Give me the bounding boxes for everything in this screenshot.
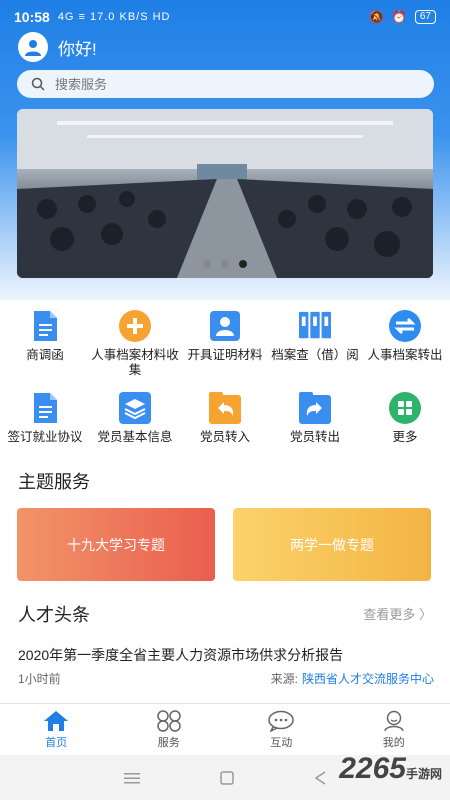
service-archive-collection[interactable]: 人事档案材料收集 bbox=[90, 310, 180, 392]
service-party-transfer-in[interactable]: 党员转入 bbox=[180, 392, 270, 474]
return-arrow-icon bbox=[209, 392, 241, 424]
theme-card-label: 两学一做专题 bbox=[290, 536, 374, 553]
status-bar: 10:58 4G ≡ 17.0 KB/S HD 🔕 ⏰ 67 bbox=[0, 0, 450, 34]
watermark-site: 手游网 bbox=[405, 767, 442, 781]
service-label: 党员转入 bbox=[199, 430, 250, 444]
service-business-letter[interactable]: 商调函 bbox=[0, 310, 90, 392]
home-square-icon[interactable] bbox=[220, 770, 234, 785]
menu-icon[interactable] bbox=[124, 772, 140, 784]
news-source: 来源: 陕西省人才交流服务中心 bbox=[271, 670, 434, 687]
search-bar[interactable] bbox=[17, 70, 434, 98]
news-source-org[interactable]: 陕西省人才交流服务中心 bbox=[302, 672, 434, 686]
document-icon bbox=[34, 311, 57, 341]
bottom-tab-bar: 首页 服务 互动 我的 bbox=[0, 703, 450, 755]
transfer-circle-icon bbox=[389, 310, 421, 342]
tab-home[interactable]: 首页 bbox=[0, 704, 113, 755]
service-label: 商调函 bbox=[26, 348, 64, 362]
service-label: 档案查（借）阅 bbox=[271, 348, 359, 362]
tab-label: 互动 bbox=[270, 736, 293, 749]
grid-more-icon bbox=[389, 392, 421, 424]
watermark-brand: 2265 bbox=[339, 752, 406, 785]
carousel-indicators bbox=[17, 260, 433, 268]
service-employment-agreement[interactable]: 签订就业协议 bbox=[0, 392, 90, 474]
greeting-bar: 你好! bbox=[18, 32, 97, 62]
service-more[interactable]: 更多 bbox=[360, 392, 450, 474]
news-headline[interactable]: 2020年第一季度全省主要人力资源市场供求分析报告 bbox=[18, 645, 434, 665]
service-label: 人事档案材料收集 bbox=[91, 348, 179, 377]
service-certificate[interactable]: 开具证明材料 bbox=[180, 310, 270, 392]
news-section-title: 人才头条 bbox=[18, 605, 90, 625]
service-party-transfer-out[interactable]: 党员转出 bbox=[270, 392, 360, 474]
service-label: 开具证明材料 bbox=[187, 348, 263, 362]
carousel-dot[interactable] bbox=[221, 260, 229, 268]
share-arrow-icon bbox=[299, 392, 331, 424]
services-icon bbox=[157, 709, 181, 732]
agreement-doc-icon bbox=[34, 393, 57, 423]
plus-circle-icon bbox=[119, 310, 151, 342]
user-avatar-icon bbox=[25, 40, 41, 56]
search-icon bbox=[31, 77, 45, 91]
news-source-label: 来源: bbox=[270, 672, 298, 686]
theme-card-label: 十九大学习专题 bbox=[67, 536, 165, 553]
battery-indicator: 67 bbox=[414, 10, 436, 24]
carousel-dot-active[interactable] bbox=[239, 260, 247, 268]
chat-icon bbox=[268, 710, 294, 732]
tab-label: 首页 bbox=[45, 736, 68, 749]
tab-label: 我的 bbox=[382, 736, 405, 749]
tab-services[interactable]: 服务 bbox=[113, 704, 226, 755]
view-more-link[interactable]: 查看更多 〉 bbox=[363, 604, 432, 623]
tab-label: 服务 bbox=[157, 736, 180, 749]
mute-icon: 🔕 bbox=[368, 10, 384, 24]
carousel-dot[interactable] bbox=[203, 260, 211, 268]
watermark-logo: 2265手游网 bbox=[339, 752, 442, 786]
banner-carousel[interactable] bbox=[17, 109, 433, 278]
avatar[interactable] bbox=[18, 32, 48, 62]
service-label: 签订就业协议 bbox=[7, 430, 83, 444]
status-time: 10:58 bbox=[14, 9, 50, 25]
back-icon[interactable] bbox=[314, 770, 326, 785]
greeting-text: 你好! bbox=[58, 39, 97, 59]
service-label: 党员基本信息 bbox=[97, 430, 173, 444]
service-grid: 商调函 人事档案材料收集 开具证明材料 档案查（借）阅 人事档案转出 签订就业协… bbox=[0, 310, 450, 474]
binders-icon bbox=[299, 311, 331, 339]
theme-card-19th-congress[interactable]: 十九大学习专题 bbox=[17, 508, 215, 581]
service-label: 人事档案转出 bbox=[367, 348, 443, 362]
service-party-member-info[interactable]: 党员基本信息 bbox=[90, 392, 180, 474]
tab-mine[interactable]: 我的 bbox=[338, 704, 450, 755]
service-archive-access[interactable]: 档案查（借）阅 bbox=[270, 310, 360, 392]
service-label: 党员转出 bbox=[289, 430, 340, 444]
theme-card-two-studies[interactable]: 两学一做专题 bbox=[233, 508, 431, 581]
status-network: 4G ≡ 17.0 KB/S HD bbox=[57, 11, 171, 23]
theme-section-title: 主题服务 bbox=[18, 472, 90, 492]
search-input[interactable] bbox=[55, 76, 395, 92]
person-card-icon bbox=[210, 311, 240, 341]
user-icon bbox=[384, 710, 404, 731]
tab-interaction[interactable]: 互动 bbox=[225, 704, 338, 755]
news-time: 1小时前 bbox=[18, 672, 61, 686]
service-archive-transfer[interactable]: 人事档案转出 bbox=[360, 310, 450, 392]
service-label: 更多 bbox=[392, 430, 418, 444]
alarm-icon: ⏰ bbox=[391, 10, 407, 24]
layers-icon bbox=[119, 392, 151, 424]
banner-image bbox=[17, 109, 433, 278]
home-icon bbox=[44, 710, 69, 731]
